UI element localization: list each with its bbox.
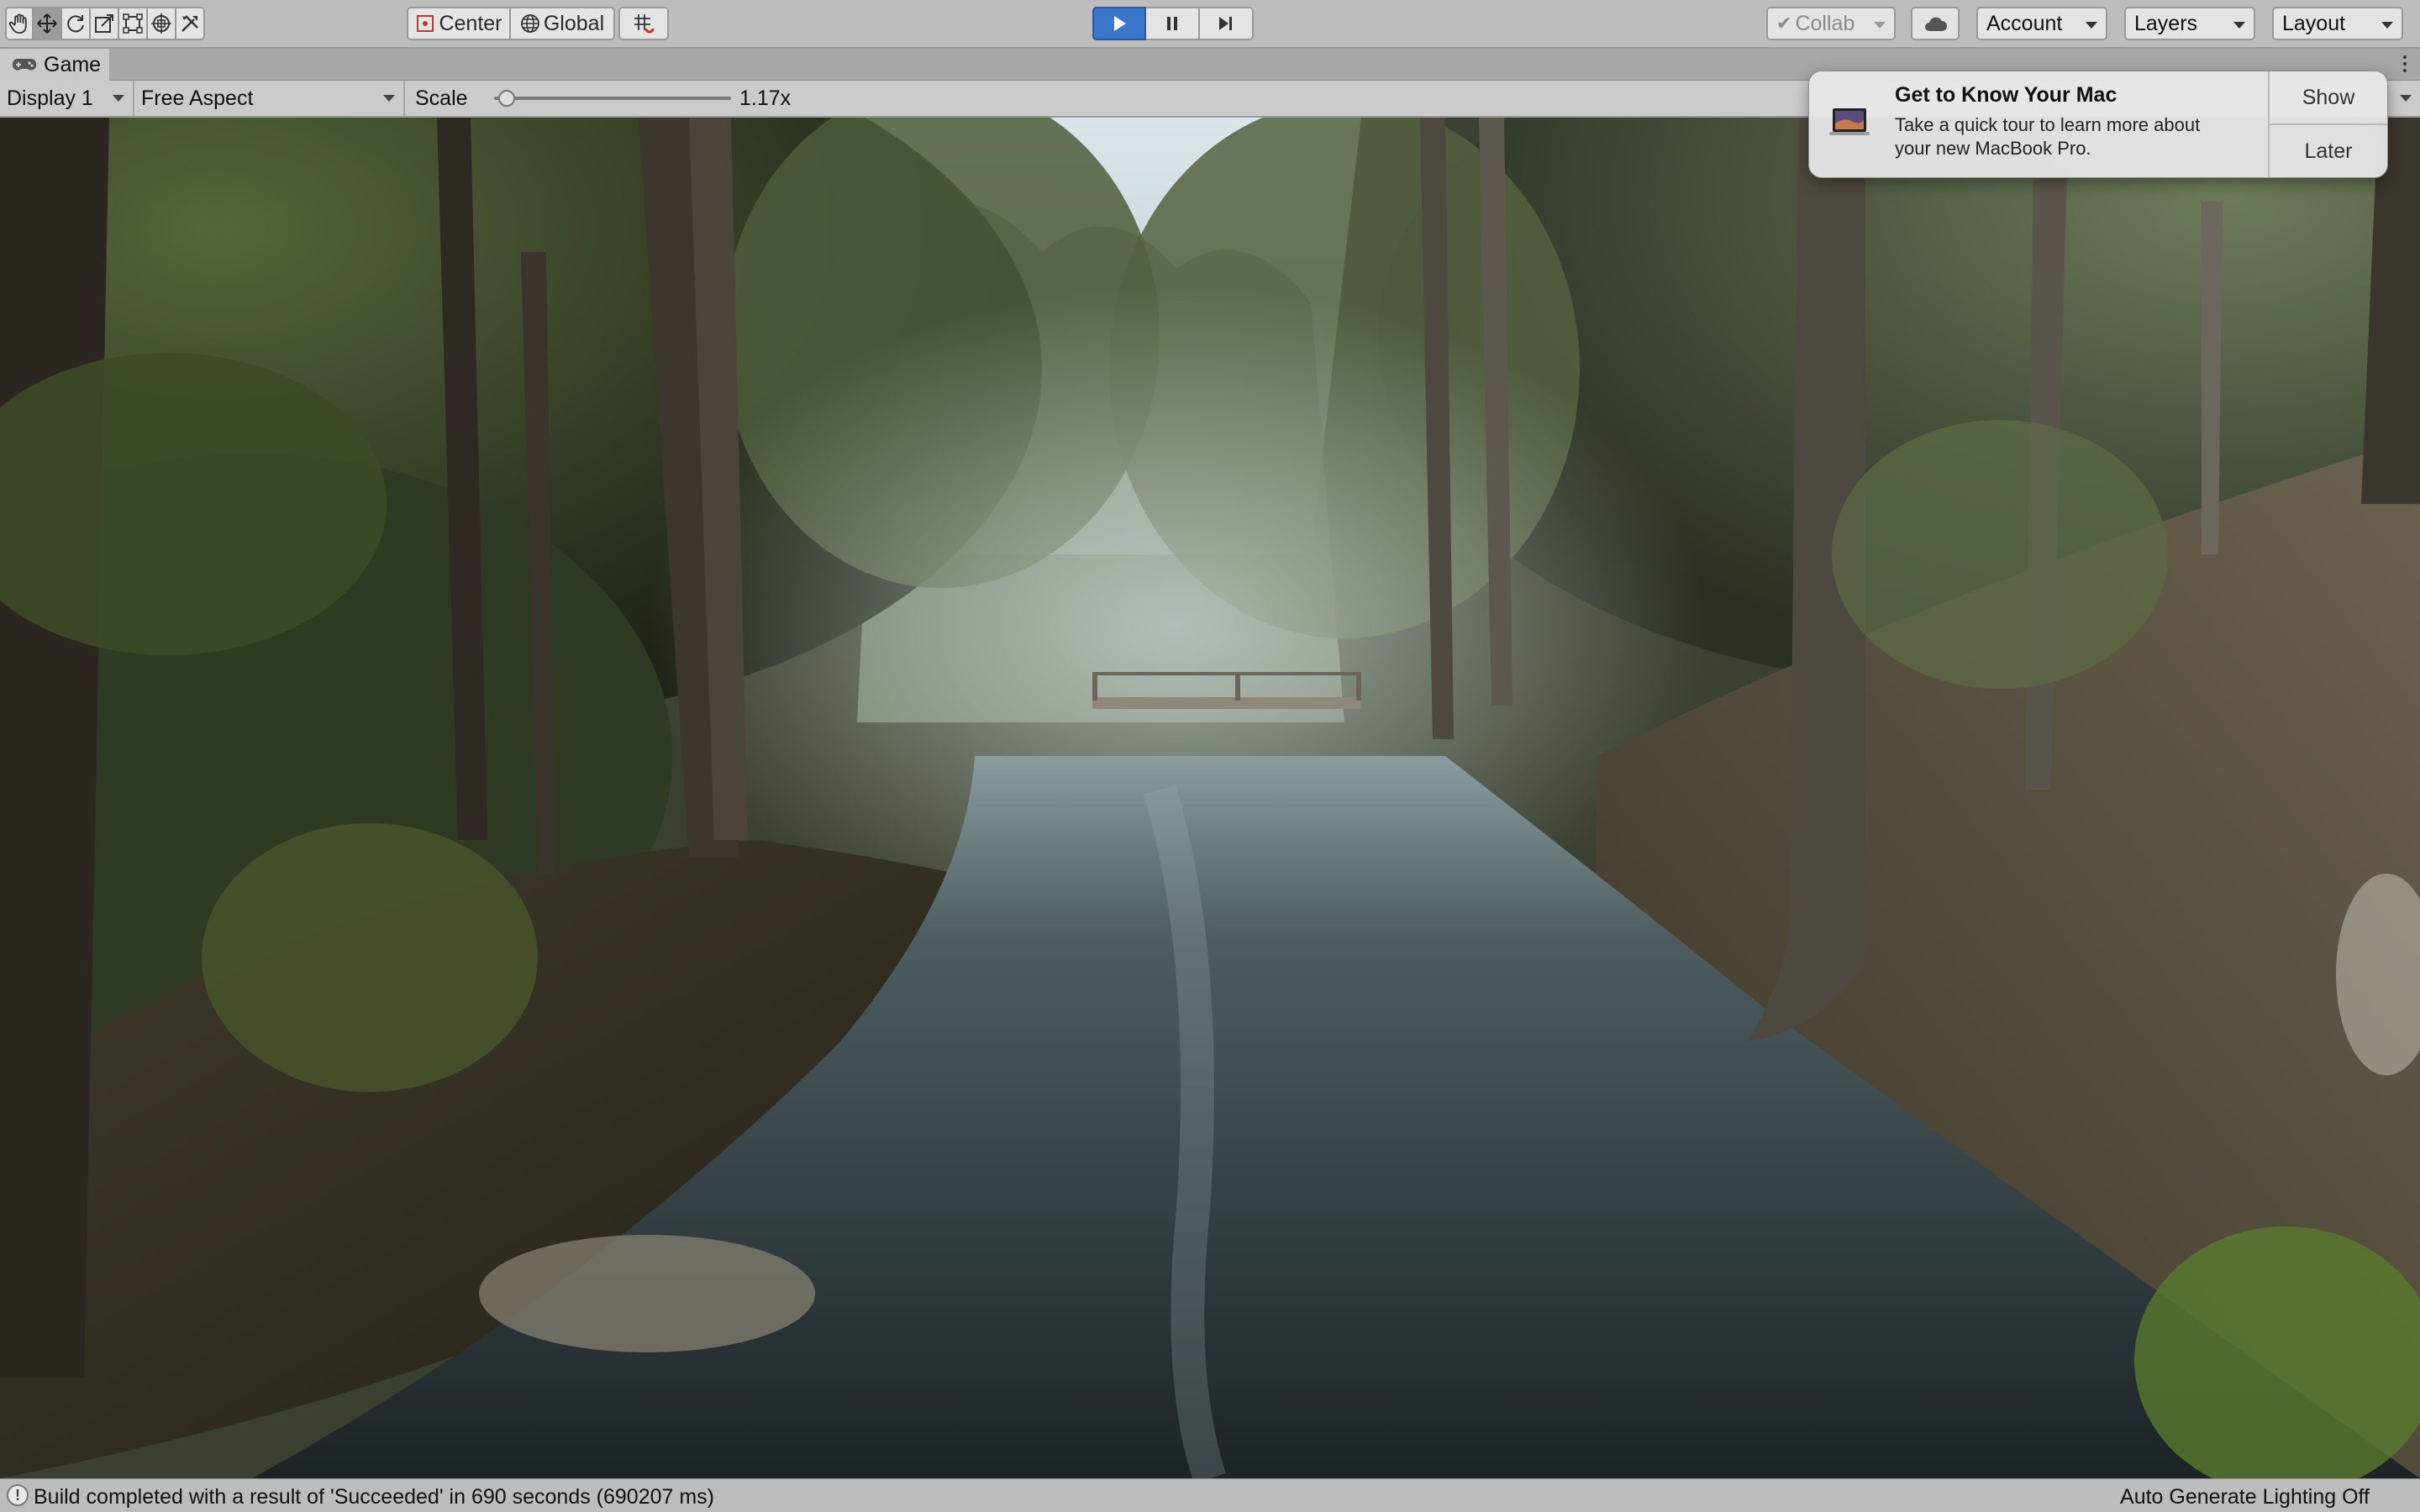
account-label: Account — [1986, 11, 2063, 35]
check-icon: ✔ — [1776, 13, 1792, 34]
chevron-down-icon — [113, 95, 124, 102]
macbook-icon — [1829, 108, 1870, 135]
snap-group — [618, 7, 669, 40]
pivot-center-icon — [417, 15, 434, 32]
custom-tool-button[interactable] — [176, 7, 205, 40]
forest-river-scene — [0, 118, 2420, 1478]
scale-label: Scale — [415, 86, 468, 110]
scale-tool-button[interactable] — [91, 7, 119, 40]
scale-slider-track[interactable] — [494, 97, 731, 100]
collab-label: Collab — [1795, 11, 1855, 35]
scale-slider-handle[interactable] — [498, 90, 516, 107]
notification-later-button[interactable]: Later — [2270, 125, 2387, 177]
scale-icon — [95, 14, 113, 33]
main-toolbar: Center Global ✔ Collab Account Layers La… — [0, 0, 2420, 49]
chevron-down-icon — [383, 95, 395, 102]
chevron-down-icon — [1874, 22, 1886, 29]
rotate-tool-button[interactable] — [62, 7, 91, 40]
chevron-down-icon — [2381, 22, 2393, 29]
chevron-down-icon[interactable] — [2400, 95, 2412, 102]
rect-tool-button[interactable] — [119, 7, 148, 40]
notification-banner[interactable]: Get to Know Your Mac Take a quick tour t… — [1808, 71, 2388, 178]
tab-game-label: Game — [44, 52, 102, 76]
pause-icon — [1167, 17, 1177, 30]
globe-icon — [520, 14, 539, 33]
hand-icon — [8, 13, 27, 34]
tab-game[interactable]: Game — [0, 49, 109, 81]
status-bar: ! Build completed with a result of 'Succ… — [0, 1478, 2420, 1512]
step-icon — [1219, 17, 1232, 30]
scale-value: 1.17x — [739, 86, 792, 110]
display-select[interactable]: Display 1 — [0, 81, 134, 116]
more-options-icon[interactable] — [2403, 55, 2408, 76]
step-button[interactable] — [1200, 7, 1254, 40]
aspect-select[interactable]: Free Aspect — [134, 81, 405, 116]
game-viewport[interactable] — [0, 118, 2420, 1478]
pivot-mode-label: Center — [439, 11, 502, 35]
pivot-rotation-label: Global — [543, 11, 605, 35]
pause-button[interactable] — [1146, 7, 1200, 40]
playmode-controls — [1092, 7, 1254, 40]
move-tool-button[interactable] — [34, 7, 62, 40]
pivot-rotation-button[interactable]: Global — [511, 7, 615, 40]
grid-snap-icon — [634, 14, 655, 34]
transform-icon — [151, 13, 171, 34]
transform-tool-button[interactable] — [148, 7, 176, 40]
cloud-icon — [1925, 17, 1947, 31]
notification-body: Take a quick tour to learn more about yo… — [1895, 114, 2201, 159]
aspect-select-value: Free Aspect — [141, 86, 254, 110]
chevron-down-icon — [2233, 22, 2245, 29]
layers-dropdown[interactable]: Layers — [2124, 7, 2255, 40]
pivot-mode-button[interactable]: Center — [407, 7, 511, 40]
grid-snap-button[interactable] — [618, 7, 669, 40]
status-message[interactable]: Build completed with a result of 'Succee… — [34, 1485, 714, 1509]
notification-title: Get to Know Your Mac — [1895, 83, 2118, 107]
play-button[interactable] — [1092, 7, 1146, 40]
lighting-status[interactable]: Auto Generate Lighting Off — [2120, 1485, 2370, 1509]
chevron-down-icon — [2086, 22, 2097, 29]
gamepad-icon — [13, 59, 36, 71]
play-icon — [1114, 16, 1126, 31]
notification-show-button[interactable]: Show — [2270, 71, 2387, 125]
layers-label: Layers — [2134, 11, 2198, 35]
info-icon[interactable]: ! — [7, 1484, 29, 1506]
move-icon — [37, 13, 57, 34]
rect-icon — [123, 13, 143, 34]
tools-icon — [182, 15, 198, 32]
pivot-group: Center Global — [407, 7, 615, 40]
collab-dropdown[interactable]: ✔ Collab — [1766, 7, 1896, 40]
account-dropdown[interactable]: Account — [1976, 7, 2107, 40]
hand-tool-button[interactable] — [5, 7, 34, 40]
layout-dropdown[interactable]: Layout — [2272, 7, 2403, 40]
cloud-button[interactable] — [1911, 7, 1960, 40]
transform-tools — [5, 7, 205, 40]
display-select-value: Display 1 — [7, 86, 93, 110]
rotate-icon — [67, 15, 84, 33]
layout-label: Layout — [2282, 11, 2346, 35]
